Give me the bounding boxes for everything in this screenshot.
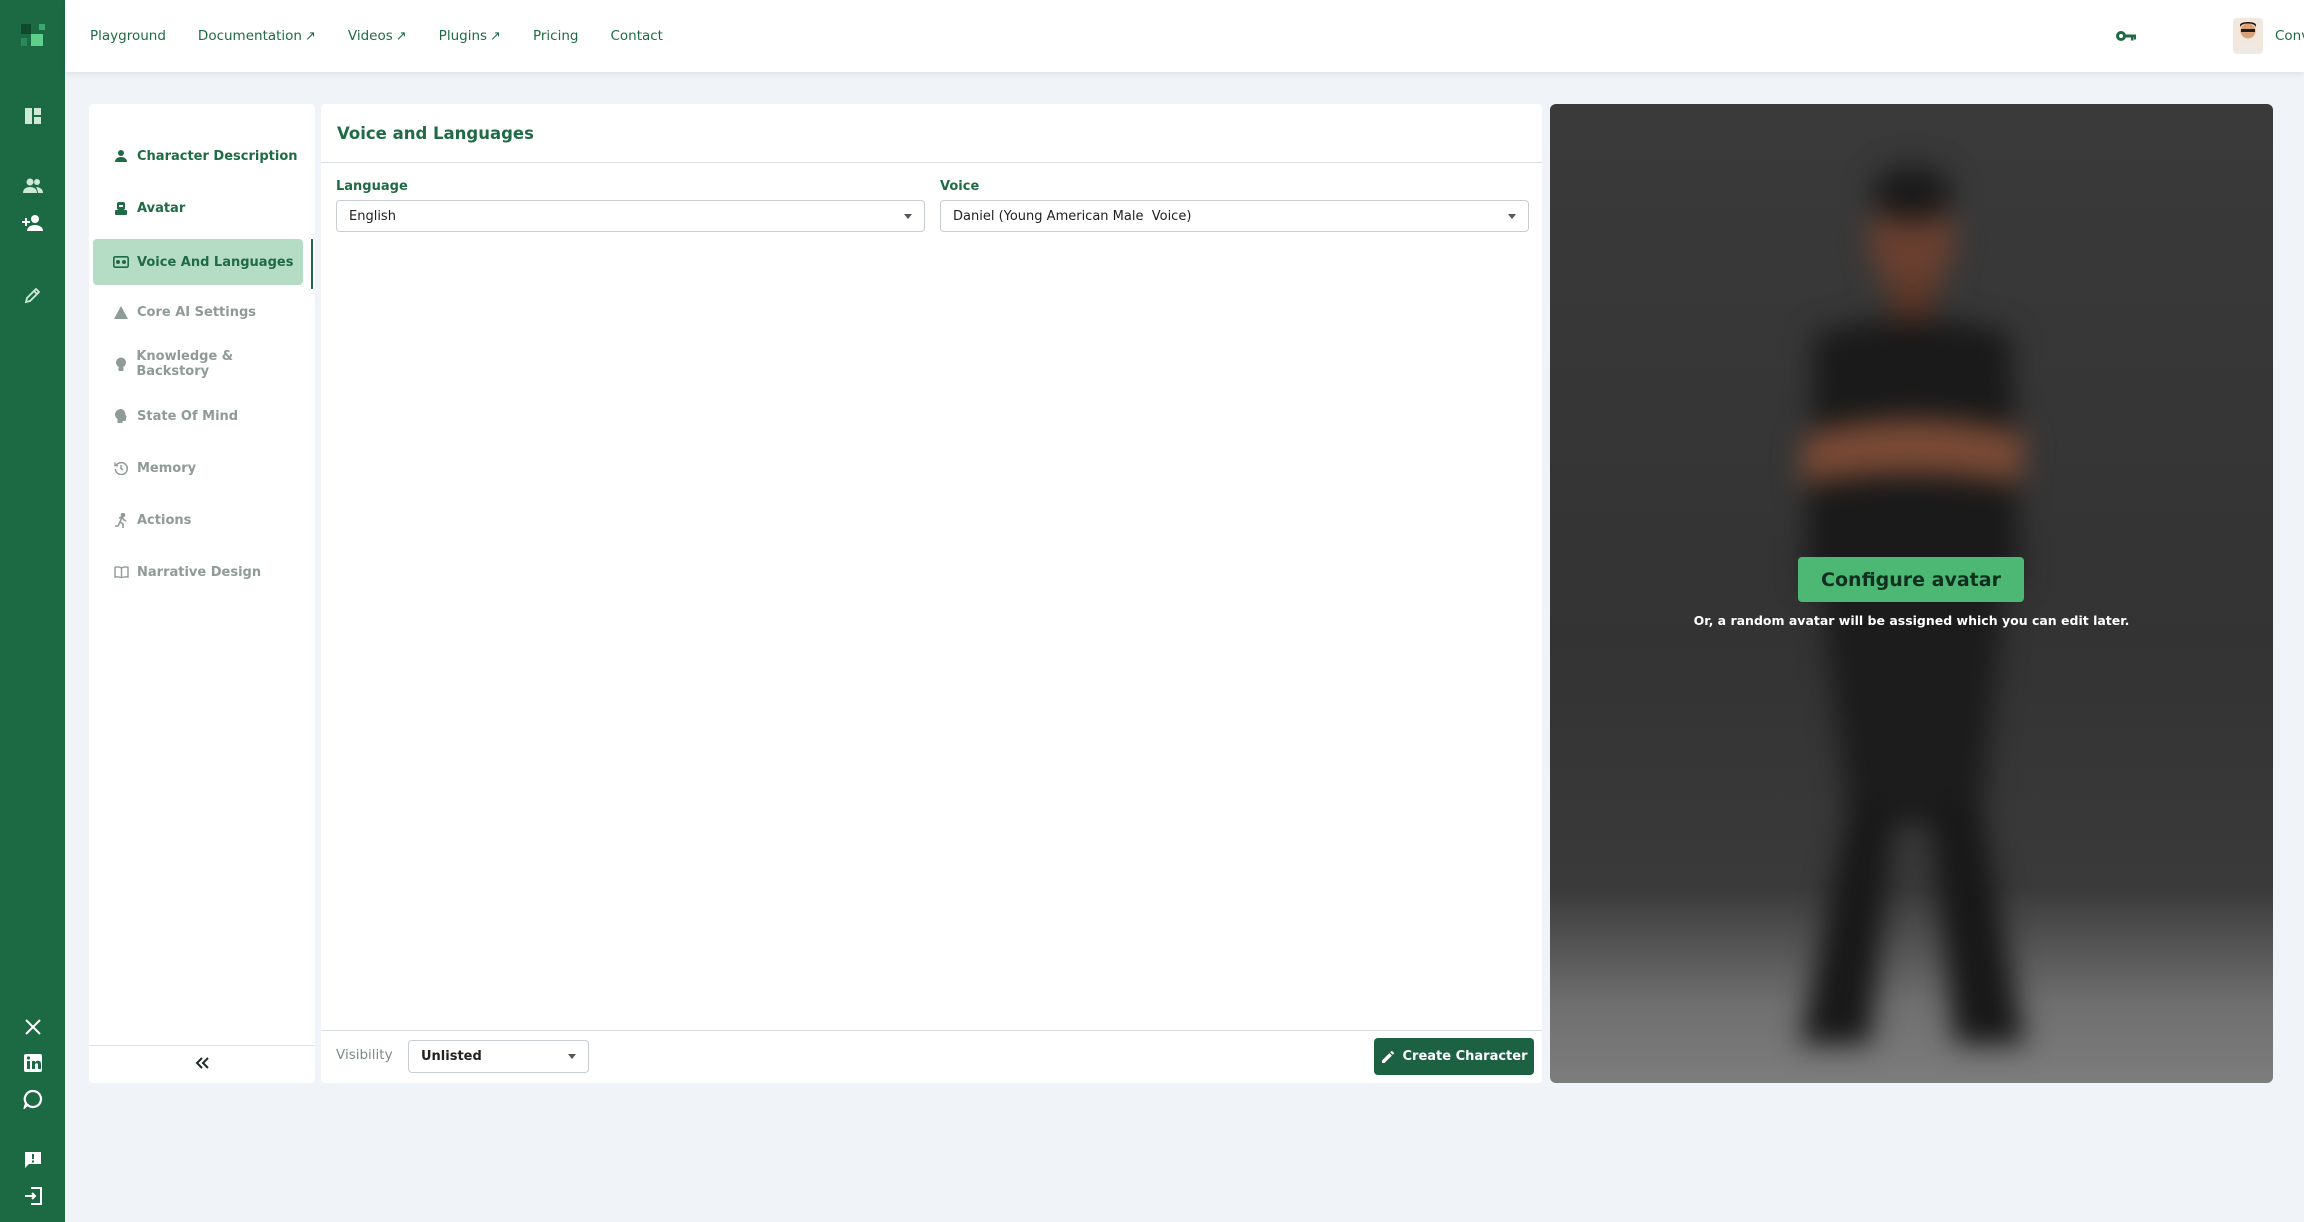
sidebar-item-actions[interactable]: Actions: [93, 497, 303, 543]
language-value: English: [349, 208, 396, 224]
divider: [321, 162, 1542, 163]
language-label: Language: [336, 179, 408, 194]
sidebar-item-label: Voice And Languages: [137, 254, 294, 270]
linkedin-icon[interactable]: [0, 1045, 65, 1081]
configure-avatar-note: Or, a random avatar will be assigned whi…: [1693, 613, 2130, 628]
active-indicator: [311, 239, 313, 289]
edit-icon[interactable]: [0, 277, 65, 313]
configure-avatar-button[interactable]: Configure avatar: [1798, 557, 2024, 602]
sidebar-item-label: Character Description: [137, 148, 298, 164]
avatar: [2233, 18, 2263, 54]
top-bar: Playground Documentation ↗ Videos ↗ Plugin…: [65, 0, 2304, 72]
caret-down-icon: [904, 214, 912, 219]
sidebar-item-memory[interactable]: Memory: [93, 445, 303, 491]
sidebar-item-label: State Of Mind: [137, 408, 239, 424]
sidebar-item-label: Actions: [137, 512, 192, 528]
sidebar-item-label: Memory: [137, 460, 197, 476]
nav-pricing[interactable]: Pricing: [533, 28, 579, 44]
top-nav: Playground Documentation ↗ Videos ↗ Plugin…: [90, 0, 695, 72]
chevrons-left-icon: [194, 1055, 210, 1074]
visibility-select[interactable]: Unlisted: [408, 1040, 589, 1073]
sidebar-item-avatar[interactable]: Avatar: [93, 185, 303, 231]
user-name: Convai: [2275, 28, 2304, 44]
x-twitter-icon[interactable]: [0, 1009, 65, 1045]
nav-videos[interactable]: Videos ↗: [348, 28, 407, 44]
run-icon: [113, 512, 129, 528]
sidebar-item-label: Avatar: [137, 200, 186, 216]
external-link-icon: ↗: [305, 29, 316, 44]
history-icon: [113, 460, 129, 476]
voice-icon: [113, 254, 129, 270]
feedback-icon[interactable]: [0, 1142, 65, 1178]
voice-languages-panel: Voice and Languages Language English Voi…: [321, 104, 1542, 1083]
pencil-icon: [1381, 1050, 1394, 1063]
voice-value: Daniel (Young American Male Voice): [953, 208, 1192, 224]
warning-icon: [113, 304, 129, 320]
caret-down-icon: [1508, 214, 1516, 219]
sidebar-item-label: Knowledge & Backstory: [136, 349, 234, 379]
nav-playground[interactable]: Playground: [90, 28, 166, 44]
collapse-sidebar-button[interactable]: [89, 1045, 315, 1083]
user-menu[interactable]: Convai: [2233, 14, 2304, 58]
visibility-label: Visibility: [336, 1047, 393, 1063]
sidebar-item-label: Narrative Design: [137, 564, 262, 580]
book-icon: [113, 564, 129, 580]
caret-down-icon: [568, 1054, 576, 1059]
nav-contact[interactable]: Contact: [610, 28, 663, 44]
logout-icon[interactable]: [0, 1178, 65, 1214]
logo-icon[interactable]: [0, 18, 65, 54]
avatar-preview: Configure avatar Or, a random avatar wil…: [1550, 104, 2273, 1083]
sidebar-item-label: Core AI Settings: [137, 304, 257, 320]
left-rail: [0, 0, 65, 1222]
characters-icon[interactable]: [0, 168, 65, 204]
avatar-icon: [113, 200, 129, 216]
divider: [321, 1030, 1542, 1031]
dashboard-icon[interactable]: [0, 98, 65, 134]
voice-label: Voice: [940, 179, 980, 194]
mind-icon: [113, 408, 129, 424]
language-select[interactable]: English: [336, 200, 925, 232]
create-character-button[interactable]: Create Character: [1374, 1038, 1534, 1075]
sidebar-item-character-description[interactable]: Character Description: [93, 133, 303, 179]
external-link-icon: ↗: [395, 29, 407, 44]
external-link-icon: ↗: [490, 29, 501, 44]
sidebar-item-voice-and-languages[interactable]: Voice And Languages: [93, 239, 303, 285]
sidebar-item-state-of-mind[interactable]: State Of Mind: [93, 393, 303, 439]
nav-documentation[interactable]: Documentation ↗: [198, 28, 316, 44]
person-icon: [113, 148, 129, 164]
voice-select[interactable]: Daniel (Young American Male Voice): [940, 200, 1529, 232]
create-character-label: Create Character: [1402, 1049, 1528, 1064]
visibility-value: Unlisted: [421, 1049, 482, 1064]
sidebar-item-core-ai-settings[interactable]: Core AI Settings: [93, 289, 303, 335]
discord-icon[interactable]: [0, 1081, 65, 1117]
sidebar-item-narrative-design[interactable]: Narrative Design: [93, 549, 303, 595]
bulb-icon: [113, 356, 128, 372]
sidebar-item-knowledge-backstory[interactable]: Knowledge & Backstory: [93, 341, 303, 387]
key-icon[interactable]: [2114, 24, 2138, 48]
add-character-icon[interactable]: [0, 205, 65, 241]
settings-sidebar: Character Description Avatar Voice And L…: [89, 104, 315, 1083]
nav-plugins[interactable]: Plugins ↗: [439, 28, 501, 44]
page-title: Voice and Languages: [337, 124, 534, 143]
